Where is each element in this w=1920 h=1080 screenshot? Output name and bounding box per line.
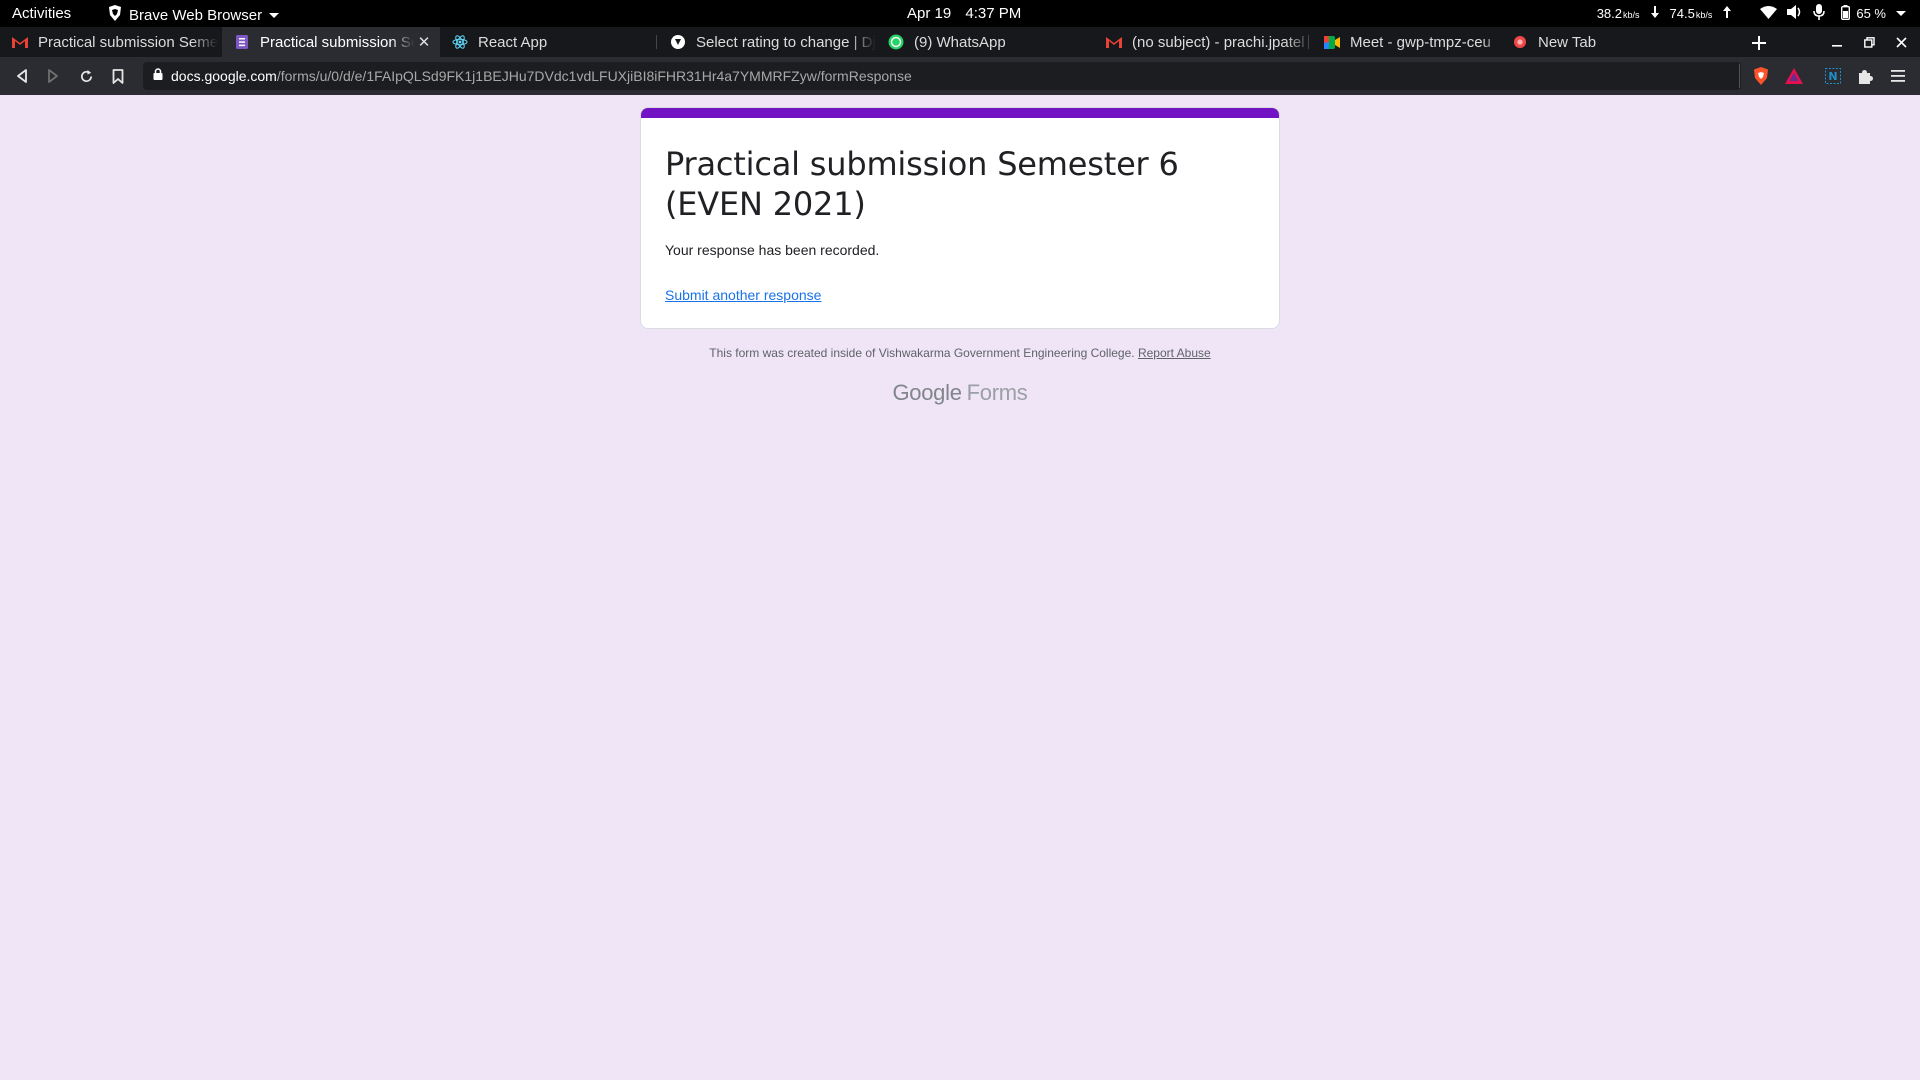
footer-note-text: This form was created inside of Vishwaka…	[709, 346, 1135, 360]
form-title: Practical submission Semester 6 (EVEN 20…	[665, 145, 1179, 223]
tab-django-rating[interactable]: Select rating to change | Django	[658, 27, 876, 57]
tab-title: (no subject) - prachi.jpatel	[1132, 33, 1305, 51]
gmail-icon	[12, 34, 28, 50]
app-menu[interactable]: Brave Web Browser	[108, 5, 280, 25]
minimize-button[interactable]	[1822, 27, 1852, 57]
lock-icon[interactable]	[153, 67, 163, 85]
tab-new-tab[interactable]: New Tab	[1500, 27, 1730, 57]
brave-rewards-icon[interactable]	[1784, 66, 1804, 86]
battery-icon	[1841, 4, 1851, 23]
django-icon	[670, 34, 686, 50]
volume-icon	[1787, 5, 1803, 22]
tab-title: Practical submission Semester 6 (EVEN 20…	[38, 33, 218, 51]
wifi-icon	[1760, 5, 1778, 22]
report-abuse-link[interactable]: Report Abuse	[1138, 346, 1211, 360]
restore-button[interactable]	[1854, 27, 1884, 57]
toolbar: docs.google.com /forms/u/0/d/e/1FAIpQLSd…	[0, 57, 1920, 95]
tab-title: New Tab	[1538, 33, 1597, 51]
tab-gmail-no-subject[interactable]: (no subject) - prachi.jpatel	[1094, 27, 1312, 57]
address-bar[interactable]: docs.google.com /forms/u/0/d/e/1FAIpQLSd…	[143, 62, 1741, 90]
submit-another-response-link[interactable]: Submit another response	[665, 287, 821, 303]
system-top-bar: Activities Brave Web Browser Apr 19 4:37…	[0, 0, 1920, 27]
url-host: docs.google.com	[171, 68, 277, 84]
google-forms-logo[interactable]: Google Forms	[640, 380, 1280, 406]
whatsapp-icon	[888, 34, 904, 50]
google-forms-icon	[234, 34, 250, 50]
close-window-button[interactable]	[1886, 27, 1916, 57]
confirmation-message: Your response has been recorded.	[665, 242, 880, 258]
tab-separator	[1308, 35, 1309, 49]
svg-text:N: N	[1828, 70, 1837, 83]
net-upload-speed: 74.5kb/s	[1669, 6, 1713, 21]
tab-separator	[656, 35, 657, 49]
url-path: /forms/u/0/d/e/1FAIpQLSd9FK1j1BEJHu7DVdc…	[276, 68, 912, 84]
close-icon[interactable]: ✕	[414, 33, 434, 51]
upload-arrow-icon	[1722, 6, 1732, 21]
reload-button[interactable]	[76, 66, 96, 86]
extension-n-icon[interactable]: N	[1823, 66, 1843, 86]
tab-title: Select rating to change | Django	[696, 33, 876, 51]
tab-strip: Practical submission Semester 6 (EVEN 20…	[0, 27, 1920, 57]
tab-title: Meet - gwp-tmpz-ceu	[1350, 33, 1491, 51]
tab-react-app[interactable]: React App	[440, 27, 658, 57]
chevron-down-icon	[1896, 11, 1906, 16]
forms-wordmark: Forms	[966, 380, 1028, 405]
tab-title: Practical submission Semester 6	[260, 33, 414, 51]
brave-lion-icon	[108, 5, 122, 25]
back-button[interactable]	[12, 66, 32, 86]
clock-time: 4:37 PM	[965, 5, 1022, 22]
tab-google-meet[interactable]: Meet - gwp-tmpz-ceu	[1312, 27, 1504, 57]
extensions-puzzle-icon[interactable]	[1855, 66, 1875, 86]
new-tab-button[interactable]	[1752, 30, 1766, 56]
net-download-speed: 38.2kb/s	[1596, 6, 1640, 21]
microphone-icon	[1813, 4, 1826, 23]
brave-shields-icon[interactable]	[1751, 66, 1771, 86]
hamburger-menu-icon[interactable]	[1888, 66, 1908, 86]
status-area[interactable]: 38.2kb/s 74.5kb/s 65 %	[1597, 4, 1906, 23]
tab-title: React App	[478, 33, 548, 51]
react-icon	[452, 34, 468, 50]
tab-whatsapp[interactable]: (9) WhatsApp	[876, 27, 1094, 57]
activities-button[interactable]: Activities	[12, 5, 71, 22]
brave-new-tab-icon	[1512, 34, 1528, 50]
app-menu-label: Brave Web Browser	[129, 6, 263, 24]
download-arrow-icon	[1650, 6, 1660, 21]
address-bar-divider	[1739, 64, 1740, 88]
form-confirmation-card: Practical submission Semester 6 (EVEN 20…	[640, 107, 1280, 329]
battery-percent: 65 %	[1856, 6, 1886, 21]
bookmark-button[interactable]	[108, 66, 128, 86]
form-accent-bar	[641, 108, 1279, 118]
form-footer-note: This form was created inside of Vishwaka…	[640, 346, 1280, 360]
tab-title: (9) WhatsApp	[914, 33, 1006, 51]
gmail-icon	[1106, 34, 1122, 50]
clock-date: Apr 19	[907, 5, 952, 22]
tab-gmail-practical[interactable]: Practical submission Semester 6 (EVEN 20…	[0, 27, 218, 57]
tab-google-forms-active[interactable]: Practical submission Semester 6 ✕	[222, 27, 440, 57]
google-meet-icon	[1324, 34, 1340, 50]
clock[interactable]: Apr 19 4:37 PM	[907, 5, 1021, 22]
forward-button[interactable]	[43, 66, 63, 86]
google-wordmark: Google	[892, 380, 962, 405]
chevron-down-icon	[269, 12, 280, 18]
